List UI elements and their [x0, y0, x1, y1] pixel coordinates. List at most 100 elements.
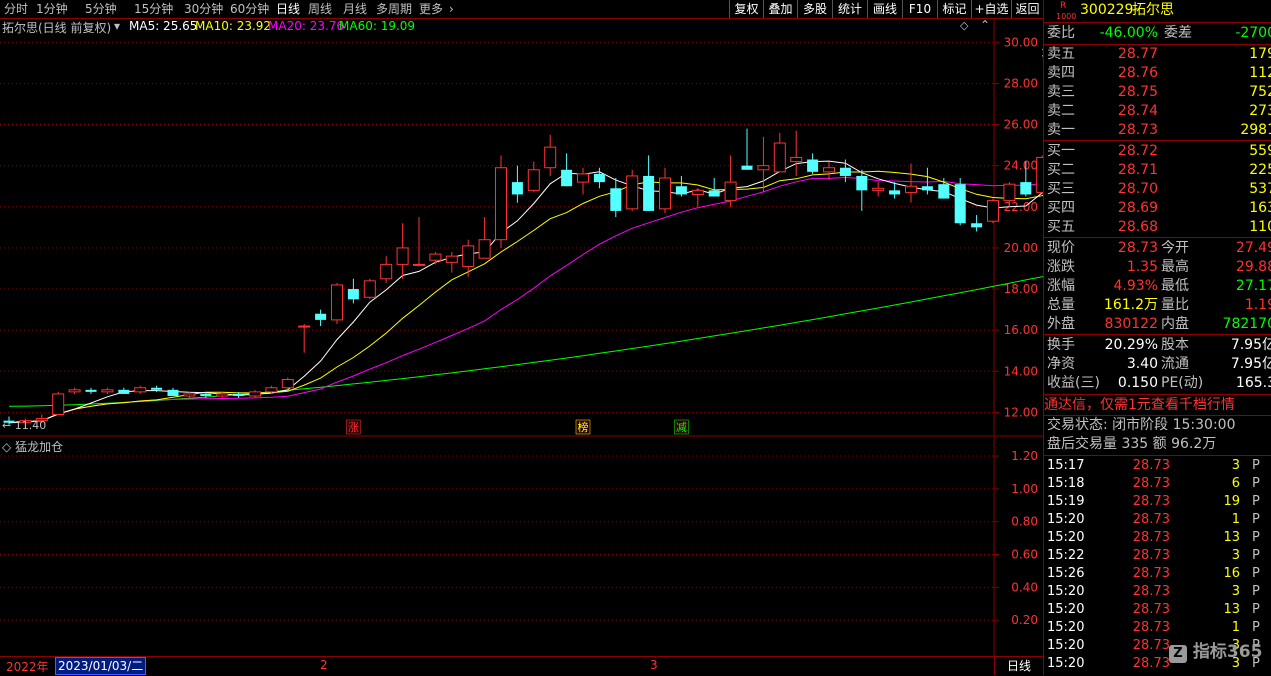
tick-time: 15:20 — [1047, 638, 1085, 653]
indicator-y-tick: 0.20 — [1011, 613, 1038, 627]
stat-row: 净资 3.40 流通 7.95亿 — [1044, 355, 1271, 374]
tick-row[interactable]: 15:19 28.73 19 P — [1044, 493, 1271, 511]
tick-price: 28.73 — [1132, 530, 1170, 545]
ask-level-label: 卖三 — [1047, 84, 1075, 100]
stat-value: 161.2万 — [1103, 297, 1158, 313]
event-marker: 减 — [676, 421, 687, 434]
y-tick-label: 20.00 — [1004, 241, 1038, 255]
month-2-label: 2 — [320, 658, 328, 672]
stat-value: 27.17 — [1235, 278, 1271, 294]
tick-price: 28.73 — [1132, 584, 1170, 599]
tick-price: 28.73 — [1132, 494, 1170, 509]
period-indicator[interactable]: 日线 — [994, 657, 1043, 675]
tick-price: 28.73 — [1132, 638, 1170, 653]
bid-level-row[interactable]: 买一 28.72 559 — [1044, 142, 1271, 161]
tick-volume: 13 — [1223, 602, 1240, 617]
tick-row[interactable]: 15:20 28.73 1 P — [1044, 511, 1271, 529]
candle-body-down — [839, 167, 851, 176]
tick-row[interactable]: 15:17 28.73 3 P — [1044, 457, 1271, 475]
candle-body-down — [200, 393, 212, 396]
candle-body-down — [856, 175, 868, 191]
stat-label: 外盘 — [1047, 316, 1075, 332]
candle-body-down — [610, 188, 622, 211]
tick-row[interactable]: 15:26 28.73 16 P — [1044, 565, 1271, 583]
ask-level-row[interactable]: 卖三 28.75 752 — [1044, 83, 1271, 102]
candle-body-up — [773, 142, 786, 173]
tick-volume: 6 — [1231, 476, 1240, 491]
candle-body-up — [413, 263, 425, 266]
tick-price: 28.73 — [1132, 458, 1170, 473]
bid-level-row[interactable]: 买五 28.68 110 — [1044, 218, 1271, 237]
stat-label: 今开 — [1161, 240, 1189, 256]
stat-row: 总量 161.2万 量比 1.19 — [1044, 296, 1271, 315]
tick-flag: P — [1252, 476, 1260, 491]
stat-value: 29.88 — [1235, 259, 1271, 275]
tick-time: 15:17 — [1047, 458, 1085, 473]
indicator-chart[interactable]: 1.201.000.800.600.400.20↑ — [0, 437, 1043, 657]
candle-body-up — [987, 200, 999, 222]
candle-body-down — [741, 165, 753, 170]
cursor-date: 2023/01/03/二 — [55, 657, 147, 675]
tick-volume: 3 — [1231, 548, 1240, 563]
tick-time: 15:20 — [1047, 620, 1085, 635]
tick-row[interactable]: 15:22 28.73 3 P — [1044, 547, 1271, 565]
indicator-y-tick: 0.40 — [1011, 580, 1038, 594]
candle-body-down — [151, 387, 163, 390]
ask-level-row[interactable]: 卖四 28.76 112 — [1044, 64, 1271, 83]
ask-volume: 112 — [1249, 65, 1271, 81]
ask-level-row[interactable]: 卖五 28.77 179 — [1044, 45, 1271, 64]
y-tick-label: 16.00 — [1004, 323, 1038, 337]
tick-row[interactable]: 15:20 28.73 13 P — [1044, 529, 1271, 547]
stat-value: 20.29% — [1104, 337, 1158, 353]
ask-level-row[interactable]: 卖二 28.74 273 — [1044, 102, 1271, 121]
promo-link[interactable]: 通达信，仅需1元查看千档行情 — [1044, 396, 1271, 415]
bid-level-label: 买三 — [1047, 181, 1075, 197]
stat-value: 27.49 — [1235, 240, 1271, 256]
candlestick-chart[interactable]: 12.0014.0016.0018.0020.0022.0024.0026.00… — [0, 0, 1043, 437]
stat-label: 现价 — [1047, 240, 1075, 256]
bid-price: 28.70 — [1117, 181, 1158, 197]
month-3-label: 3 — [650, 658, 658, 672]
tick-time: 15:20 — [1047, 602, 1085, 617]
tick-row[interactable]: 15:20 28.73 3 P — [1044, 583, 1271, 601]
tick-row[interactable]: 15:20 28.73 13 P — [1044, 601, 1271, 619]
tick-flag: P — [1252, 530, 1260, 545]
weibi-value: -46.00% — [1099, 25, 1158, 41]
ask-volume: 273 — [1249, 103, 1271, 119]
tick-flag: P — [1252, 548, 1260, 563]
stat-row: 外盘 830122 内盘 782170 — [1044, 315, 1271, 334]
candle-body-up — [380, 263, 393, 280]
ask-price: 28.76 — [1117, 65, 1158, 81]
ask-level-row[interactable]: 卖一 28.73 2981 — [1044, 121, 1271, 140]
ma10-line — [8, 170, 1043, 424]
bid-price: 28.71 — [1117, 162, 1158, 178]
candle-body-up — [101, 389, 114, 393]
candle-body-up — [823, 167, 835, 173]
candle-body-down — [85, 389, 97, 392]
tick-price: 28.73 — [1132, 566, 1170, 581]
tick-price: 28.73 — [1132, 512, 1170, 527]
ask-level-label: 卖一 — [1047, 122, 1075, 138]
stat-value: 830122 — [1104, 316, 1158, 332]
indicator-y-tick: 0.60 — [1011, 548, 1038, 562]
low-price-annotation: ← 11.40 — [2, 419, 46, 432]
stat-label: 净资 — [1047, 356, 1075, 372]
tick-row[interactable]: 15:18 28.73 6 P — [1044, 475, 1271, 493]
bid-level-row[interactable]: 买二 28.71 225 — [1044, 161, 1271, 180]
candle-body-up — [724, 181, 737, 202]
y-tick-label: 24.00 — [1004, 159, 1038, 173]
candle-body-down — [708, 190, 720, 197]
bid-level-row[interactable]: 买三 28.70 537 — [1044, 180, 1271, 199]
tick-flag: P — [1252, 512, 1260, 527]
candle-body-up — [298, 325, 311, 328]
tick-volume: 1 — [1231, 512, 1240, 527]
watermark-text: 指标365 — [1192, 642, 1263, 662]
candle-body-up — [478, 239, 491, 259]
candle-body-up — [757, 165, 770, 171]
bid-level-row[interactable]: 买四 28.69 163 — [1044, 199, 1271, 218]
stat-label: 总量 — [1047, 297, 1075, 313]
tick-row[interactable]: 15:20 28.73 1 P — [1044, 619, 1271, 637]
stat-row: 涨跌 1.35 最高 29.88 — [1044, 258, 1271, 277]
y-tick-label: 18.00 — [1004, 282, 1038, 296]
tick-time: 15:20 — [1047, 512, 1085, 527]
